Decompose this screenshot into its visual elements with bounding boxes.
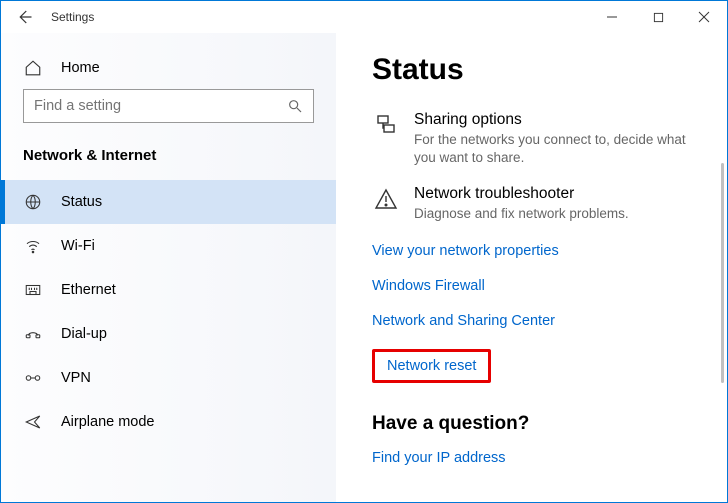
- link-sharing-center[interactable]: Network and Sharing Center: [372, 313, 555, 329]
- page-title: Status: [372, 53, 707, 87]
- nav-label: Status: [61, 194, 102, 210]
- close-icon: [698, 11, 710, 23]
- nav-item-vpn[interactable]: VPN: [1, 356, 336, 400]
- minimize-icon: [606, 11, 618, 23]
- dialup-icon: [23, 325, 43, 343]
- warning-icon: [372, 185, 400, 223]
- vpn-icon: [23, 369, 43, 387]
- settings-window: Settings Home: [0, 0, 728, 503]
- main-panel: Status Sharing options For the networks …: [336, 33, 727, 502]
- search-icon: [287, 98, 303, 114]
- close-button[interactable]: [681, 1, 727, 33]
- sharing-options-block[interactable]: Sharing options For the networks you con…: [372, 111, 707, 167]
- sidebar: Home Network & Internet Status: [1, 33, 336, 502]
- home-button[interactable]: Home: [1, 51, 336, 89]
- minimize-button[interactable]: [589, 1, 635, 33]
- ethernet-icon: [23, 281, 43, 299]
- category-heading: Network & Internet: [1, 137, 336, 180]
- nav-item-dialup[interactable]: Dial-up: [1, 312, 336, 356]
- wifi-icon: [23, 237, 43, 255]
- link-network-reset[interactable]: Network reset: [372, 349, 491, 383]
- title-bar: Settings: [1, 1, 727, 33]
- nav-item-ethernet[interactable]: Ethernet: [1, 268, 336, 312]
- nav-item-airplane[interactable]: Airplane mode: [1, 400, 336, 444]
- arrow-left-icon: [15, 8, 33, 26]
- airplane-icon: [23, 413, 43, 431]
- window-controls: [589, 1, 727, 33]
- sharing-desc: For the networks you connect to, decide …: [414, 131, 704, 167]
- link-find-ip[interactable]: Find your IP address: [372, 450, 506, 466]
- nav-label: Ethernet: [61, 282, 116, 298]
- home-label: Home: [61, 60, 100, 76]
- back-button[interactable]: [1, 8, 47, 26]
- question-heading: Have a question?: [372, 413, 707, 435]
- maximize-icon: [653, 12, 664, 23]
- nav-label: Airplane mode: [61, 414, 155, 430]
- nav-item-wifi[interactable]: Wi-Fi: [1, 224, 336, 268]
- search-box[interactable]: [23, 89, 314, 123]
- link-firewall[interactable]: Windows Firewall: [372, 278, 485, 294]
- troubleshooter-block[interactable]: Network troubleshooter Diagnose and fix …: [372, 185, 707, 223]
- search-input[interactable]: [34, 98, 287, 114]
- trouble-desc: Diagnose and fix network problems.: [414, 205, 629, 223]
- home-icon: [23, 59, 43, 77]
- scrollbar-thumb[interactable]: [721, 163, 724, 383]
- maximize-button[interactable]: [635, 1, 681, 33]
- nav-label: Wi-Fi: [61, 238, 95, 254]
- nav-label: VPN: [61, 370, 91, 386]
- window-title: Settings: [47, 10, 94, 24]
- sharing-title: Sharing options: [414, 111, 704, 129]
- nav-item-status[interactable]: Status: [1, 180, 336, 224]
- globe-icon: [23, 193, 43, 211]
- trouble-title: Network troubleshooter: [414, 185, 629, 203]
- nav-label: Dial-up: [61, 326, 107, 342]
- sharing-icon: [372, 111, 400, 167]
- nav-list: Status Wi-Fi Ethernet: [1, 180, 336, 444]
- link-view-properties[interactable]: View your network properties: [372, 243, 559, 259]
